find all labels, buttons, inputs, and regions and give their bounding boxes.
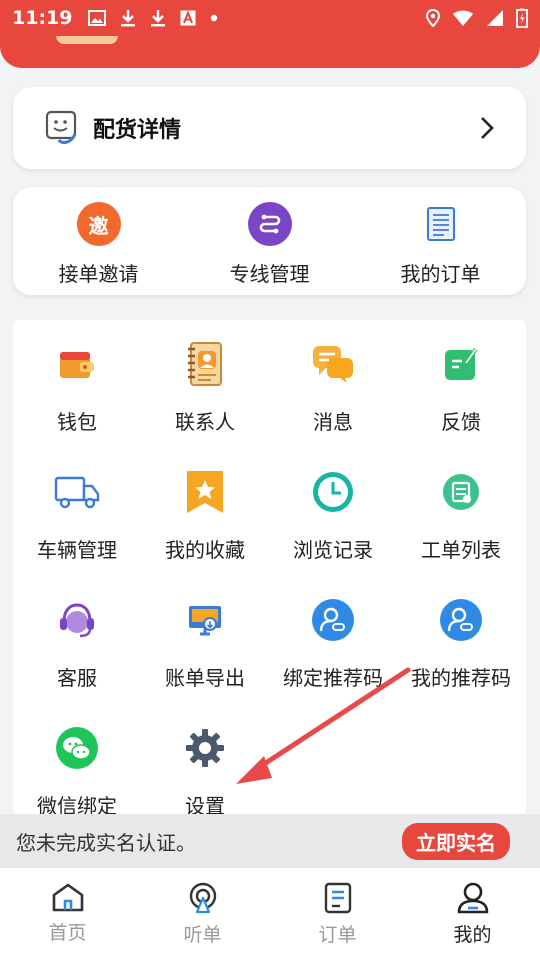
tab-label: 首页 [48,922,87,944]
system-icons [426,8,528,28]
grid-item-label: 客服 [57,666,97,690]
image-notification-icon [88,10,107,26]
grid-item-label: 车辆管理 [37,538,117,562]
more-notifications-dot-icon [211,14,218,22]
function-grid-card: 钱包 联系人 消息 反馈 车辆管理 我的收藏 浏览记录 工单列表 客服 账单导出… [13,320,526,818]
grid-item-label: 联系人 [175,410,235,434]
grid-item-label: 钱包 [57,410,97,434]
feedback-icon [437,340,485,388]
quick-action-invite[interactable]: 邀 接单邀请 [13,187,184,295]
quick-action-label: 我的订单 [400,262,481,286]
home-icon [52,883,83,912]
verification-message: 您未完成实名认证。 [16,830,196,855]
grid-item-history[interactable]: 浏览记录 [269,468,397,563]
listen-order-icon [189,882,216,914]
quick-action-label: 接单邀请 [58,262,139,286]
grid-item-label: 反馈 [441,410,481,434]
favorite-icon [181,468,229,516]
customer-service-icon [53,596,101,644]
tab-listen-orders[interactable]: 听单 [135,868,270,960]
grid-item-label: 我的推荐码 [411,666,511,690]
battery-charging-icon [516,8,528,28]
truck-icon [53,468,101,516]
signal-icon [487,10,503,26]
my-referral-icon [437,596,485,644]
quick-action-route[interactable]: 专线管理 [184,187,355,295]
tab-label: 听单 [183,924,222,946]
tab-label: 我的 [453,924,492,946]
grid-item-label: 浏览记录 [293,538,373,562]
grid-item-wechat-bind[interactable]: 微信绑定 [13,724,141,819]
tab-orders[interactable]: 订单 [270,868,405,960]
grid-item-vehicles[interactable]: 车辆管理 [13,468,141,563]
quick-action-label: 专线管理 [229,262,310,286]
grid-item-bill-export[interactable]: 账单导出 [141,596,269,691]
bottom-tab-bar: 首页 听单 订单 我的 [0,868,540,960]
grid-item-label: 绑定推荐码 [283,666,383,690]
grid-item-my-referral[interactable]: 我的推荐码 [397,596,525,691]
invite-icon: 邀 [76,202,121,246]
grid-item-feedback[interactable]: 反馈 [397,340,525,435]
tab-label: 订单 [318,924,357,946]
route-icon [247,202,292,246]
tab-home[interactable]: 首页 [0,868,135,960]
grid-item-label: 消息 [313,410,353,434]
invite-icon-glyph: 邀 [88,213,109,238]
wechat-icon [53,724,101,772]
grid-item-bind-referral[interactable]: 绑定推荐码 [269,596,397,691]
grid-item-label: 我的收藏 [165,538,245,562]
grid-item-work-orders[interactable]: 工单列表 [397,468,525,563]
grid-item-messages[interactable]: 消息 [269,340,397,435]
grid-item-wallet[interactable]: 钱包 [13,340,141,435]
location-icon [426,9,440,27]
grid-item-favorites[interactable]: 我的收藏 [141,468,269,563]
grid-item-customer-service[interactable]: 客服 [13,596,141,691]
notification-icons [88,9,218,27]
quick-actions-card: 邀 接单邀请 专线管理 我的订单 [13,187,526,295]
order-list-icon [419,202,463,246]
dispatch-details-card[interactable]: 配货详情 [13,87,526,169]
grid-item-settings[interactable]: 设置 [141,724,269,819]
message-icon [309,340,357,388]
avatar[interactable] [56,36,118,44]
contacts-icon [181,340,229,388]
quick-action-my-orders[interactable]: 我的订单 [355,187,526,295]
settings-gear-icon [181,724,229,772]
verification-banner: 您未完成实名认证。 立即实名 [0,814,540,868]
bill-export-icon [181,596,229,644]
tab-profile[interactable]: 我的 [405,868,540,960]
order-icon [324,882,351,914]
grid-item-label: 账单导出 [165,666,245,690]
profile-icon [457,882,488,914]
status-time: 11:19 [12,7,73,29]
download-icon [151,10,166,27]
download-icon [121,10,136,27]
bind-referral-icon [309,596,357,644]
dispatch-details-label: 配货详情 [93,118,182,143]
wifi-icon [453,10,473,26]
history-clock-icon [309,468,357,516]
wallet-icon [53,340,101,388]
grid-item-label: 工单列表 [421,538,501,562]
verify-now-button[interactable]: 立即实名 [402,822,510,860]
chevron-right-icon [481,117,494,139]
font-app-icon [180,10,196,26]
grid-item-contacts[interactable]: 联系人 [141,340,269,435]
status-bar: 11:19 [0,0,540,36]
dispatch-smiley-phone-icon [45,110,77,144]
work-order-icon [437,468,485,516]
